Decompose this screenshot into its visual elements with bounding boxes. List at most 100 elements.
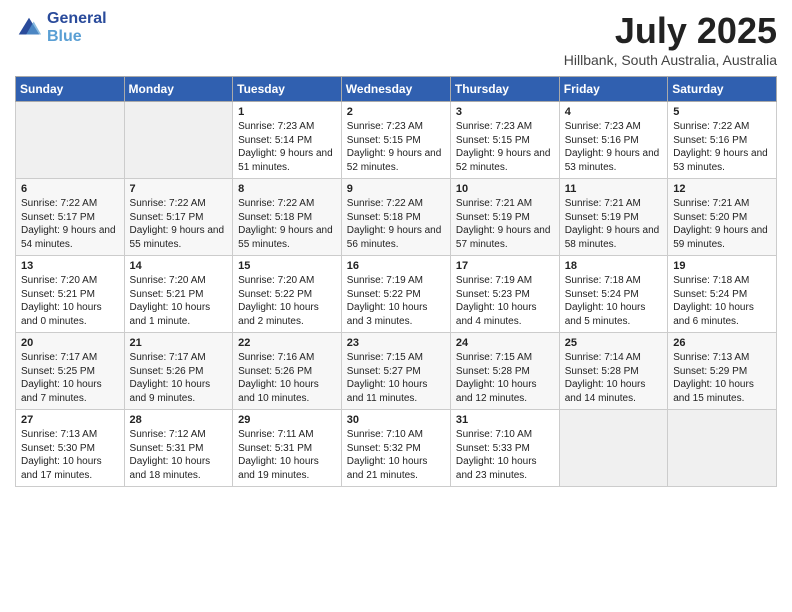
calendar-cell: 1 Sunrise: 7:23 AM Sunset: 5:14 PM Daylig…: [233, 102, 342, 179]
logo-text: General Blue: [47, 10, 107, 46]
calendar-cell: 8 Sunrise: 7:22 AM Sunset: 5:18 PM Daylig…: [233, 179, 342, 256]
calendar-cell: 26Sunrise: 7:13 AM Sunset: 5:29 PM Dayli…: [668, 333, 777, 410]
day-info: Sunrise: 7:13 AM Sunset: 5:29 PM Dayligh…: [673, 351, 771, 405]
calendar-cell: 11 Sunrise: 7:21 AM Sunset: 5:19 PM Dayli…: [559, 179, 667, 256]
calendar-cell: 19Sunrise: 7:18 AM Sunset: 5:24 PM Dayli…: [668, 256, 777, 333]
calendar-cell: 17 Sunrise: 7:19 AM Sunset: 5:23 PM Dayli…: [450, 256, 559, 333]
logo: General Blue: [15, 10, 107, 46]
calendar-cell: 2Sunrise: 7:23 AM Sunset: 5:15 PM Daylig…: [341, 102, 450, 179]
weekday-header-thursday: Thursday: [450, 77, 559, 102]
weekday-header-friday: Friday: [559, 77, 667, 102]
calendar-cell: 14 Sunrise: 7:20 AM Sunset: 5:21 PM Dayli…: [124, 256, 233, 333]
day-info: Sunrise: 7:18 AM Sunset: 5:24 PM Dayligh…: [565, 274, 662, 328]
day-info: Sunrise: 7:19 AM Sunset: 5:23 PM Dayligh…: [456, 274, 554, 328]
day-info: Sunrise: 7:21 AM Sunset: 5:19 PM Dayligh…: [565, 197, 662, 251]
day-number: 21: [130, 337, 228, 349]
calendar-cell: [559, 410, 667, 487]
day-info: Sunrise: 7:23 AM Sunset: 5:15 PM Dayligh…: [456, 120, 554, 174]
day-number: 6: [21, 183, 119, 195]
calendar-cell: 20 Sunrise: 7:17 AM Sunset: 5:25 PM Dayli…: [16, 333, 125, 410]
weekday-header-tuesday: Tuesday: [233, 77, 342, 102]
day-number: 17: [456, 260, 554, 272]
calendar-cell: 13Sunrise: 7:20 AM Sunset: 5:21 PM Dayli…: [16, 256, 125, 333]
day-number: 28: [130, 414, 228, 426]
day-info: Sunrise: 7:17 AM Sunset: 5:25 PM Dayligh…: [21, 351, 119, 405]
day-number: 12: [673, 183, 771, 195]
day-number: 20: [21, 337, 119, 349]
day-number: 15: [238, 260, 336, 272]
day-number: 10: [456, 183, 554, 195]
weekday-header-saturday: Saturday: [668, 77, 777, 102]
calendar-cell: 5Sunrise: 7:22 AM Sunset: 5:16 PM Daylig…: [668, 102, 777, 179]
day-info: Sunrise: 7:20 AM Sunset: 5:22 PM Dayligh…: [238, 274, 336, 328]
day-info: Sunrise: 7:16 AM Sunset: 5:26 PM Dayligh…: [238, 351, 336, 405]
calendar-cell: 24 Sunrise: 7:15 AM Sunset: 5:28 PM Dayli…: [450, 333, 559, 410]
month-title: July 2025: [564, 10, 777, 52]
day-info: Sunrise: 7:17 AM Sunset: 5:26 PM Dayligh…: [130, 351, 228, 405]
day-number: 11: [565, 183, 662, 195]
calendar-cell: 31 Sunrise: 7:10 AM Sunset: 5:33 PM Dayli…: [450, 410, 559, 487]
day-number: 13: [21, 260, 119, 272]
page-header: General Blue July 2025 Hillbank, South A…: [15, 10, 777, 68]
calendar-cell: [668, 410, 777, 487]
day-info: Sunrise: 7:23 AM Sunset: 5:16 PM Dayligh…: [565, 120, 662, 174]
calendar-cell: [16, 102, 125, 179]
day-info: Sunrise: 7:15 AM Sunset: 5:28 PM Dayligh…: [456, 351, 554, 405]
day-info: Sunrise: 7:21 AM Sunset: 5:20 PM Dayligh…: [673, 197, 771, 251]
calendar-cell: 23 Sunrise: 7:15 AM Sunset: 5:27 PM Dayli…: [341, 333, 450, 410]
calendar-cell: 9Sunrise: 7:22 AM Sunset: 5:18 PM Daylig…: [341, 179, 450, 256]
calendar-body: 1 Sunrise: 7:23 AM Sunset: 5:14 PM Daylig…: [16, 102, 777, 487]
day-number: 14: [130, 260, 228, 272]
calendar-table: SundayMondayTuesdayWednesdayThursdayFrid…: [15, 76, 777, 487]
calendar-cell: 28Sunrise: 7:12 AM Sunset: 5:31 PM Dayli…: [124, 410, 233, 487]
day-number: 16: [347, 260, 445, 272]
day-number: 31: [456, 414, 554, 426]
calendar-cell: 29 Sunrise: 7:11 AM Sunset: 5:31 PM Dayli…: [233, 410, 342, 487]
day-number: 22: [238, 337, 336, 349]
day-info: Sunrise: 7:23 AM Sunset: 5:14 PM Dayligh…: [238, 120, 336, 174]
day-info: Sunrise: 7:19 AM Sunset: 5:22 PM Dayligh…: [347, 274, 445, 328]
calendar-cell: 16 Sunrise: 7:19 AM Sunset: 5:22 PM Dayli…: [341, 256, 450, 333]
day-info: Sunrise: 7:22 AM Sunset: 5:18 PM Dayligh…: [347, 197, 445, 251]
day-info: Sunrise: 7:22 AM Sunset: 5:17 PM Dayligh…: [130, 197, 228, 251]
day-number: 18: [565, 260, 662, 272]
day-number: 24: [456, 337, 554, 349]
day-number: 4: [565, 106, 662, 118]
day-info: Sunrise: 7:22 AM Sunset: 5:18 PM Dayligh…: [238, 197, 336, 251]
day-info: Sunrise: 7:15 AM Sunset: 5:27 PM Dayligh…: [347, 351, 445, 405]
day-info: Sunrise: 7:11 AM Sunset: 5:31 PM Dayligh…: [238, 428, 336, 482]
day-info: Sunrise: 7:22 AM Sunset: 5:17 PM Dayligh…: [21, 197, 119, 251]
day-number: 2: [347, 106, 445, 118]
day-number: 23: [347, 337, 445, 349]
calendar-week-2: 6 Sunrise: 7:22 AM Sunset: 5:17 PM Daylig…: [16, 179, 777, 256]
calendar-cell: 15 Sunrise: 7:20 AM Sunset: 5:22 PM Dayli…: [233, 256, 342, 333]
day-number: 25: [565, 337, 662, 349]
calendar-cell: 3 Sunrise: 7:23 AM Sunset: 5:15 PM Daylig…: [450, 102, 559, 179]
calendar-cell: 10 Sunrise: 7:21 AM Sunset: 5:19 PM Dayli…: [450, 179, 559, 256]
day-number: 1: [238, 106, 336, 118]
day-number: 7: [130, 183, 228, 195]
calendar-week-3: 13 Sunrise: 7:20 AM Sunset: 5:21 PM Dayli…: [16, 256, 777, 333]
day-info: Sunrise: 7:21 AM Sunset: 5:19 PM Dayligh…: [456, 197, 554, 251]
calendar-cell: 12 Sunrise: 7:21 AM Sunset: 5:20 PM Dayli…: [668, 179, 777, 256]
day-info: Sunrise: 7:10 AM Sunset: 5:33 PM Dayligh…: [456, 428, 554, 482]
day-number: 19: [673, 260, 771, 272]
day-info: Sunrise: 7:14 AM Sunset: 5:28 PM Dayligh…: [565, 351, 662, 405]
calendar-cell: 18 Sunrise: 7:18 AM Sunset: 5:24 PM Dayli…: [559, 256, 667, 333]
location-title: Hillbank, South Australia, Australia: [564, 52, 777, 68]
weekday-header-monday: Monday: [124, 77, 233, 102]
calendar-cell: 30 Sunrise: 7:10 AM Sunset: 5:32 PM Dayli…: [341, 410, 450, 487]
day-number: 30: [347, 414, 445, 426]
weekday-header-sunday: Sunday: [16, 77, 125, 102]
title-block: July 2025 Hillbank, South Australia, Aus…: [564, 10, 777, 68]
day-number: 3: [456, 106, 554, 118]
calendar-cell: 25 Sunrise: 7:14 AM Sunset: 5:28 PM Dayli…: [559, 333, 667, 410]
day-info: Sunrise: 7:10 AM Sunset: 5:32 PM Dayligh…: [347, 428, 445, 482]
day-number: 8: [238, 183, 336, 195]
calendar-week-5: 27Sunrise: 7:13 AM Sunset: 5:30 PM Dayli…: [16, 410, 777, 487]
calendar-cell: 4 Sunrise: 7:23 AM Sunset: 5:16 PM Daylig…: [559, 102, 667, 179]
calendar-week-1: 1 Sunrise: 7:23 AM Sunset: 5:14 PM Daylig…: [16, 102, 777, 179]
day-number: 29: [238, 414, 336, 426]
day-info: Sunrise: 7:20 AM Sunset: 5:21 PM Dayligh…: [130, 274, 228, 328]
logo-icon: [15, 14, 43, 42]
